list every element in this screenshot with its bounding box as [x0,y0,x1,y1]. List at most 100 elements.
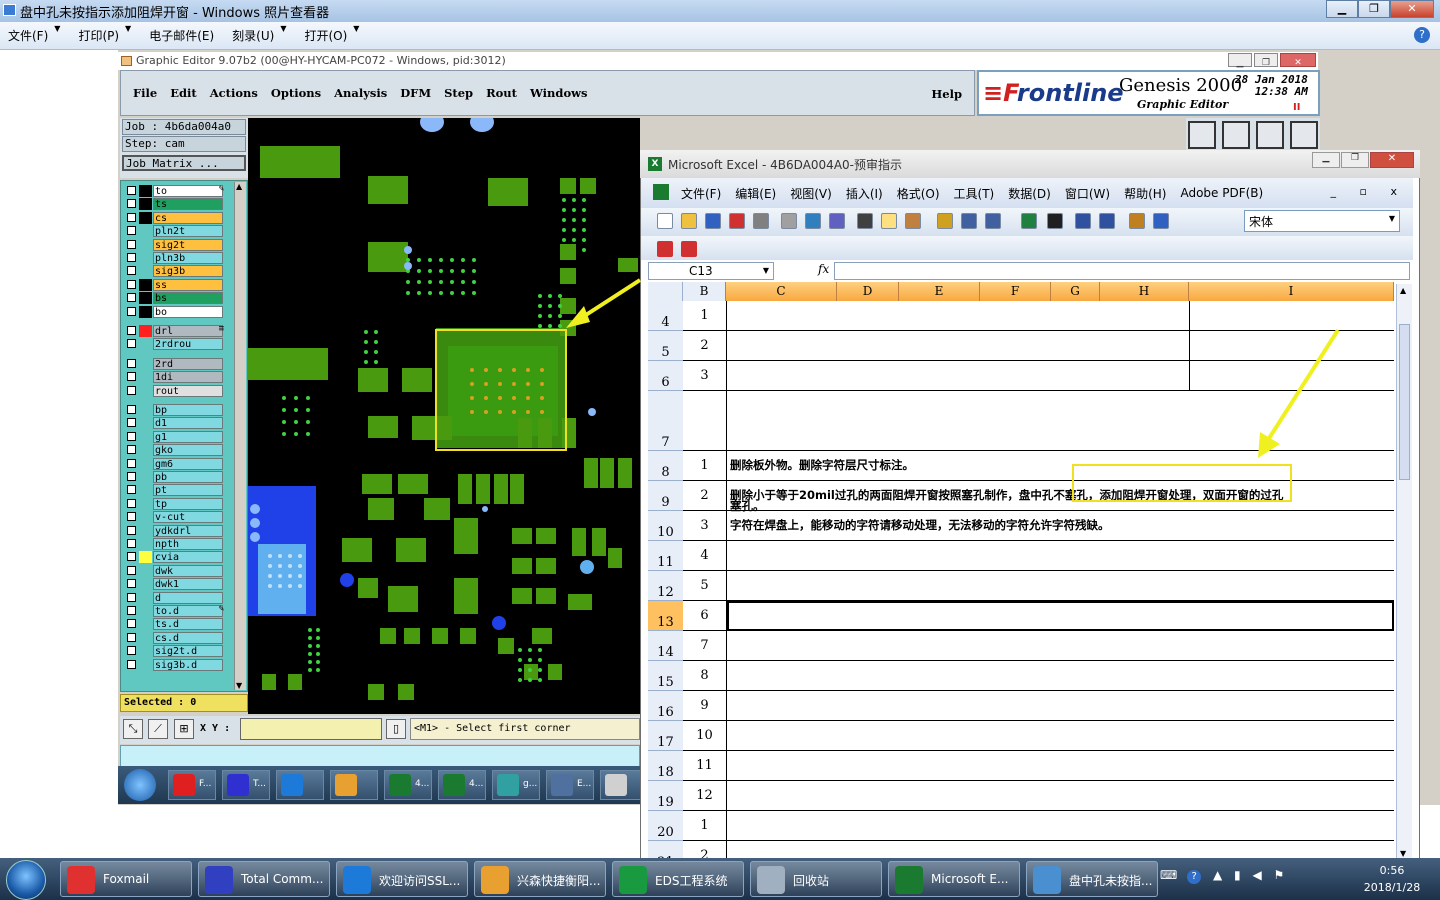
volume-icon[interactable]: ◀ [1252,868,1261,882]
layer-checkbox[interactable] [127,565,136,575]
layer-checkbox[interactable] [127,266,136,276]
cell-b[interactable]: 12 [683,781,727,811]
layer-row[interactable]: npth [125,538,225,550]
row-header[interactable]: 12 [648,571,683,601]
layer-row[interactable]: gko [125,444,225,457]
column-header[interactable]: E [899,282,980,301]
cell-c-text[interactable]: 字符在焊盘上，能移动的字符请移动处理，无法移动的字符允许字符残缺。 [730,517,1110,533]
row-header[interactable]: 18 [648,751,683,781]
layer-checkbox[interactable] [127,306,136,316]
ge-menu-step[interactable]: Step [444,86,473,100]
layer-checkbox[interactable] [127,385,136,395]
row-header[interactable]: 13 [648,601,683,631]
format-painter-icon[interactable] [937,213,953,229]
ge-menu-actions[interactable]: Actions [210,86,258,100]
research-icon[interactable] [829,213,845,229]
menu-file[interactable]: 文件(F) [8,27,48,44]
flag-icon[interactable]: ⚑ [1274,868,1285,882]
xl-menu-tools[interactable]: 工具(T) [954,185,995,202]
cell-b[interactable]: 10 [683,721,727,751]
open-icon[interactable] [681,213,697,229]
workbook-window-controls[interactable]: _ ▫ x [1331,185,1407,198]
layer-row[interactable]: cs [125,211,225,224]
layer-checkbox[interactable] [127,485,136,495]
layer-checkbox[interactable] [127,498,136,508]
cell-b[interactable]: 3 [683,511,727,541]
layer-row[interactable]: bs [125,292,225,305]
pcb-canvas[interactable] [248,118,640,714]
row-header[interactable]: 19 [648,781,683,811]
cell-b[interactable]: 6 [683,601,727,631]
cell-b[interactable]: 2 [683,331,727,361]
column-header[interactable]: H [1100,282,1189,301]
pdf-email-icon[interactable] [681,241,697,257]
paste-icon[interactable] [905,213,921,229]
layer-row[interactable]: pln3b [125,252,225,264]
help-tray-icon[interactable]: ? [1187,870,1202,884]
excel-vertical-scrollbar[interactable]: ▲ ▼ [1396,284,1412,860]
layer-row[interactable]: gm6 [125,457,225,470]
cut-icon[interactable] [857,213,873,229]
layer-row[interactable]: ydkdrl [125,524,225,537]
print-icon[interactable] [753,213,769,229]
excel-minimize-button[interactable]: ▁ [1312,152,1340,168]
xl-menu-window[interactable]: 窗口(W) [1065,185,1110,202]
layer-row[interactable]: ts.d [125,618,225,631]
row-header[interactable]: 6 [648,361,683,391]
menu-email[interactable]: 电子邮件(E) [149,27,214,44]
close-button[interactable]: ✕ [1390,0,1434,18]
layer-checkbox[interactable] [127,339,136,349]
layer-row[interactable]: v-cut [125,511,225,524]
drawing-icon[interactable] [1153,213,1169,229]
layer-row[interactable]: pb [125,471,225,483]
row-header[interactable]: 11 [648,541,683,571]
layer-checkbox[interactable] [127,646,136,656]
pdf-create-icon[interactable] [657,241,673,257]
layer-checkbox[interactable] [127,659,136,669]
xl-menu-file[interactable]: 文件(F) [681,185,721,202]
home-icon[interactable] [1256,121,1284,149]
help-icon[interactable]: ? [1414,27,1430,43]
layer-row[interactable]: bp [125,404,225,416]
formula-bar[interactable] [834,262,1410,280]
layer-checkbox[interactable] [127,186,136,195]
taskbar-item[interactable]: 盘中孔未按指... [1026,861,1158,897]
layer-row[interactable]: dwk1 [125,578,225,591]
ge-minimize-button[interactable]: ▁ [1228,53,1252,68]
sheet-grid[interactable]: 4 1 5 2 6 3 7 8 1 删除板外物。删除字符层尺寸标注。 9 2 删除小于等于20mil过孔… [648,301,1394,861]
ge-maximize-button[interactable]: ❐ [1254,53,1278,68]
import-icon[interactable] [1222,121,1250,149]
column-header[interactable]: F [980,282,1051,301]
select-all-corner[interactable] [648,282,683,301]
xl-menu-view[interactable]: 视图(V) [790,185,832,202]
layer-checkbox[interactable] [127,552,136,562]
layer-row[interactable]: tp [125,497,225,510]
column-header[interactable]: G [1051,282,1100,301]
layer-row[interactable]: rout [125,384,225,397]
save-icon[interactable] [705,213,721,229]
taskbar-item[interactable]: 兴森快捷衡阳... [474,861,606,897]
layer-row[interactable]: to.d ✎ [125,604,225,617]
copy-icon[interactable] [881,213,897,229]
layer-row[interactable]: 2rd [125,357,225,370]
layer-checkbox[interactable] [127,431,136,441]
cell-b[interactable]: 11 [683,751,727,781]
ge-menu-dfm[interactable]: DFM [400,86,431,100]
layer-row[interactable]: drl ≡ [125,324,225,337]
layer-checkbox[interactable] [127,239,136,249]
column-header[interactable]: C [726,282,837,301]
layer-row[interactable]: dwk [125,564,225,577]
chart-icon[interactable] [1129,213,1145,229]
layer-row[interactable]: ss [125,278,225,291]
cell-b[interactable]: 1 [683,811,727,841]
ge-close-button[interactable]: ✕ [1280,53,1316,68]
taskbar-item[interactable]: 欢迎访问SSL... [336,861,468,897]
ge-menu-edit[interactable]: Edit [170,86,197,100]
active-cell-c13[interactable] [727,601,1394,631]
layer-row[interactable]: cs.d [125,631,225,644]
sort-desc-icon[interactable] [1099,213,1115,229]
layer-checkbox[interactable] [127,293,136,303]
row-header[interactable]: 15 [648,661,683,691]
layer-checkbox[interactable] [127,418,136,428]
zoom-area-icon[interactable]: ⤡ [123,719,143,739]
